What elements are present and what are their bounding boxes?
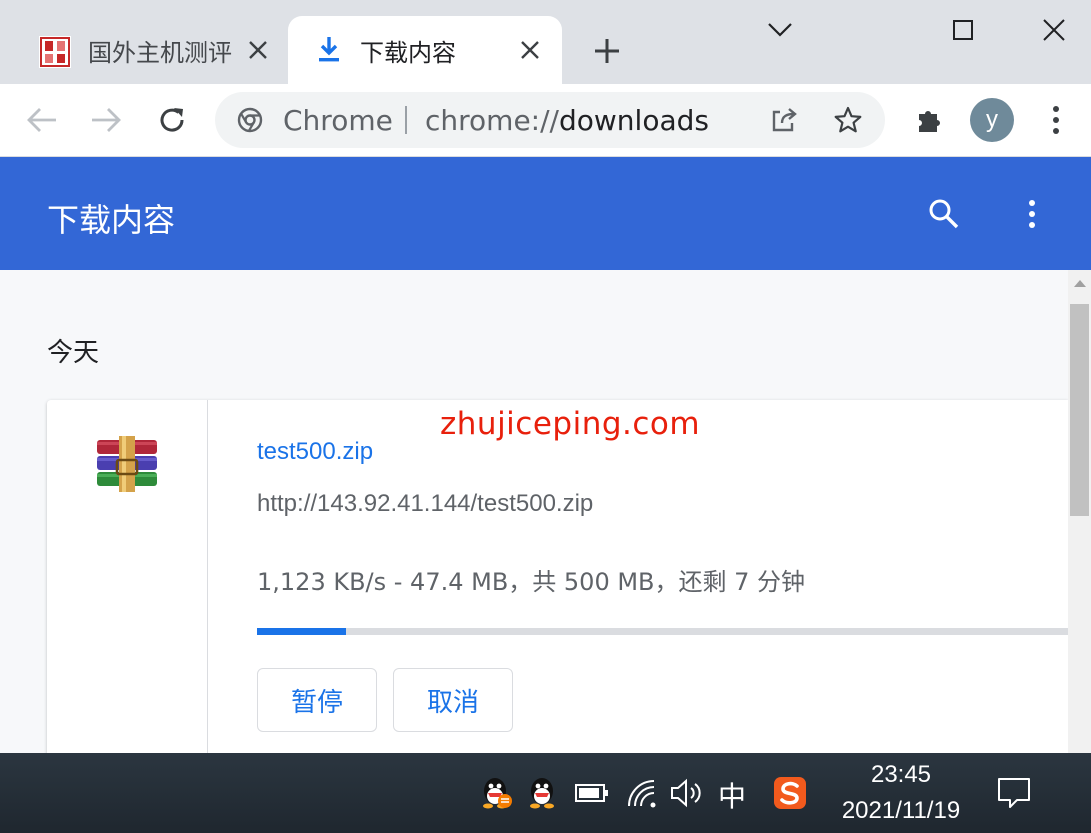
downloads-header: 下载内容 [0,157,1091,270]
maximize-icon [953,20,973,40]
watermark-text: zhujiceping.com [440,406,701,442]
clock-time: 23:45 [870,761,932,788]
menu-button[interactable] [1036,100,1076,140]
tab-downloads[interactable]: 下载内容 [288,16,562,84]
chrome-logo-icon [237,107,263,133]
winrar-archive-icon [97,436,157,492]
forward-button[interactable] [86,100,126,140]
page-scrollbar[interactable] [1068,270,1091,753]
star-icon[interactable] [833,105,863,135]
puzzle-icon [919,111,940,132]
qq-penguin-icon[interactable] [478,775,514,811]
file-name-link[interactable]: test500.zip [257,438,373,466]
search-icon[interactable] [928,198,960,230]
file-source-url[interactable]: http://143.92.41.144/test500.zip [257,490,593,518]
more-vert-icon[interactable] [1028,199,1036,229]
download-item: test500.zip http://143.92.41.144/test500… [47,400,1068,753]
tab-title: 国外主机测评 [88,38,232,67]
omnibox-separator [405,106,407,134]
url-text[interactable]: chrome://downloads [425,104,709,137]
tab-zhujiceping[interactable]: 国外主机测评 [22,16,284,84]
tab-strip: 国外主机测评 下载内容 [0,0,1091,84]
scroll-up-arrow[interactable] [1068,278,1091,294]
triangle-up-icon [1073,280,1086,287]
download-icon [319,37,339,62]
close-icon[interactable] [244,36,272,64]
system-clock[interactable]: 23:45 2021/11/19 [826,761,976,825]
arrow-right-icon [92,108,121,132]
cancel-button[interactable]: 取消 [393,668,513,732]
chevron-down-icon [768,23,792,37]
sogou-input-icon[interactable] [772,775,808,811]
profile-avatar[interactable]: y [970,98,1014,142]
download-progress-fill [257,628,347,635]
url-host: downloads [558,104,709,137]
maximize-button[interactable] [943,10,983,50]
tab-search-button[interactable] [760,10,800,50]
pause-button[interactable]: 暂停 [257,668,377,732]
wifi-icon[interactable] [624,775,660,811]
page-title: 下载内容 [47,201,176,239]
close-window-button[interactable] [1034,10,1074,50]
new-tab-button[interactable] [590,34,624,68]
date-group-label: 今天 [47,338,100,368]
browser-toolbar: Chrome chrome://downloads y [0,84,1091,157]
scroll-thumb[interactable] [1070,304,1089,516]
url-scheme: chrome:// [425,104,559,137]
volume-icon[interactable] [668,775,704,811]
downloads-list: 今天 test500.zip http://143.92.41.144/test… [0,270,1068,753]
close-icon [1043,19,1065,41]
qq-penguin-icon[interactable] [524,775,560,811]
windows-taskbar: 中 23:45 2021/11/19 [0,753,1091,833]
site-logo-icon [39,36,71,68]
ime-indicator[interactable]: 中 [718,775,746,815]
download-status: 1,123 KB/s - 47.4 MB，共 500 MB，还剩 7 分钟 [257,568,806,596]
close-icon[interactable] [516,36,544,64]
more-vert-icon [1053,106,1059,134]
site-label: Chrome [283,104,393,137]
extensions-button[interactable] [910,100,950,140]
reload-button[interactable] [152,100,192,140]
battery-icon[interactable] [574,775,610,811]
notification-icon[interactable] [996,775,1032,811]
address-bar[interactable]: Chrome chrome://downloads [215,92,885,148]
back-button[interactable] [22,100,62,140]
reload-icon [160,108,184,132]
plus-icon [595,39,619,63]
clock-date: 2021/11/19 [841,797,961,824]
card-divider [207,400,208,753]
arrow-left-icon [27,108,56,132]
tab-title: 下载内容 [360,38,456,67]
download-progress-bar [257,628,1068,635]
share-icon[interactable] [769,106,799,134]
